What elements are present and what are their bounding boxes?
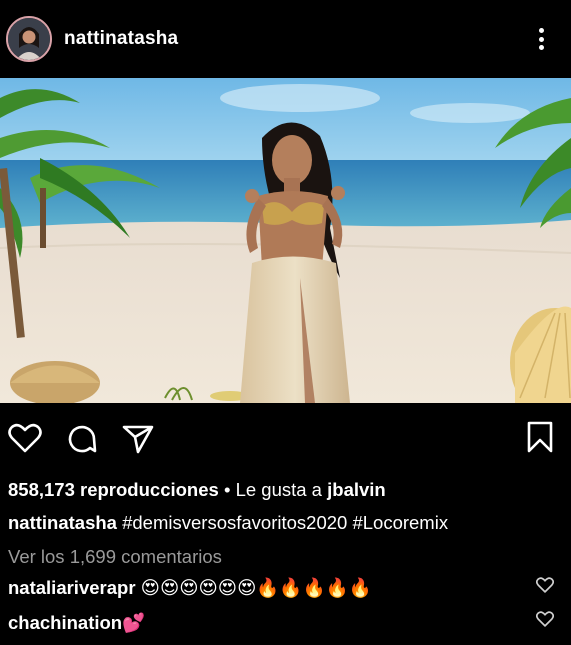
comment-username[interactable]: nataliariverapr [8, 577, 136, 598]
views-count[interactable]: 858,173 reproducciones [8, 479, 219, 500]
comment-item: chachination💕 [8, 612, 145, 634]
post-username[interactable]: nattinatasha [64, 28, 178, 50]
post-header: nattinatasha [0, 0, 571, 78]
comment-item: nataliariverapr 😍😍😍😍😍😍🔥🔥🔥🔥🔥 [8, 577, 372, 599]
views-line: 858,173 reproducciones • Le gusta a jbal… [8, 479, 386, 501]
liked-by-prefix: • Le gusta a [218, 479, 328, 500]
action-bar [0, 403, 571, 469]
caption-text[interactable]: #demisversosfavoritos2020 #Locoremix [122, 512, 448, 533]
send-icon[interactable] [121, 423, 155, 460]
bookmark-icon[interactable] [526, 420, 554, 459]
comment-text: 😍😍😍😍😍😍🔥🔥🔥🔥🔥 [140, 577, 372, 598]
liked-by-user[interactable]: jbalvin [327, 479, 386, 500]
comment-icon[interactable] [66, 423, 98, 460]
heart-icon[interactable] [8, 423, 42, 458]
caption-username[interactable]: nattinatasha [8, 512, 117, 533]
comment-like-heart-icon[interactable] [535, 577, 555, 598]
comment-like-heart-icon[interactable] [535, 611, 555, 632]
view-comments-link[interactable]: Ver los 1,699 comentarios [8, 546, 222, 568]
comment-text: 💕 [122, 612, 146, 633]
post-caption: nattinatasha #demisversosfavoritos2020 #… [8, 512, 448, 534]
post-video[interactable] [0, 78, 571, 403]
avatar[interactable] [6, 16, 52, 62]
comment-username[interactable]: chachination [8, 612, 122, 633]
more-vertical-icon[interactable] [531, 24, 551, 54]
